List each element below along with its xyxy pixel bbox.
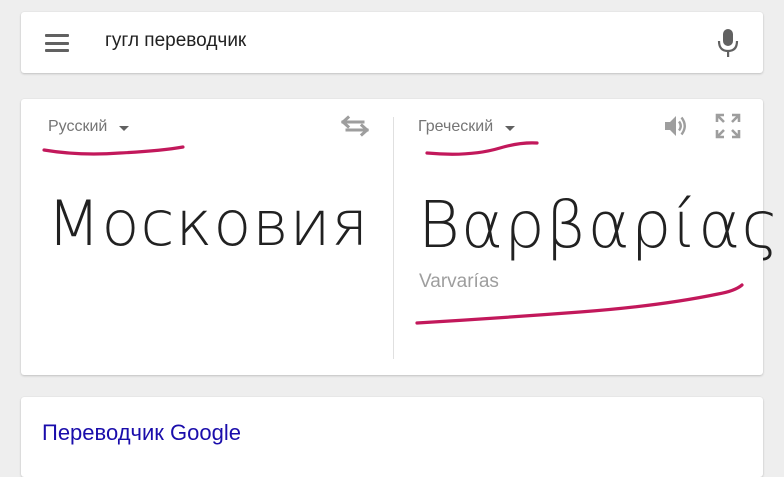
search-input[interactable]: гугл переводчик xyxy=(105,30,246,52)
microphone-icon[interactable] xyxy=(715,28,741,58)
source-text[interactable]: Московия xyxy=(47,187,369,260)
target-language-select[interactable]: Греческий xyxy=(418,118,516,136)
source-language-label: Русский xyxy=(48,118,108,135)
chevron-down-icon xyxy=(505,125,516,131)
fullscreen-icon[interactable] xyxy=(715,113,741,139)
divider xyxy=(393,117,394,359)
search-result-card: Переводчик Google xyxy=(21,397,763,477)
search-bar[interactable]: гугл переводчик xyxy=(21,12,763,73)
speaker-icon[interactable] xyxy=(662,112,690,140)
menu-icon[interactable] xyxy=(45,34,69,52)
source-language-select[interactable]: Русский xyxy=(48,118,130,136)
result-title-link[interactable]: Переводчик Google xyxy=(42,420,241,446)
chevron-down-icon xyxy=(119,125,130,131)
swap-languages-icon[interactable] xyxy=(341,115,369,137)
translated-text: Βαρβαρίας xyxy=(418,189,780,263)
target-language-label: Греческий xyxy=(418,118,494,135)
translate-card: Русский Греческий Московия Βαρβαρίας Var… xyxy=(21,99,779,375)
transliteration-text: Varvarías xyxy=(419,271,499,292)
